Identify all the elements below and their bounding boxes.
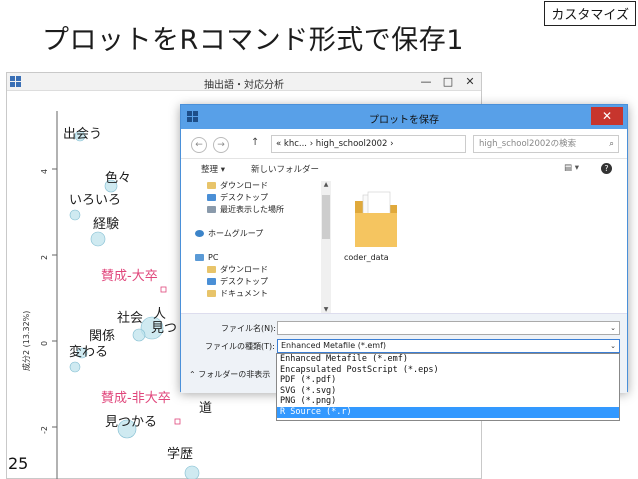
- y-tick-label: -2: [40, 426, 49, 434]
- scroll-up-icon[interactable]: ▲: [321, 181, 331, 188]
- chevron-up-icon: ⌃: [189, 370, 196, 379]
- word-label: 色々: [105, 171, 132, 186]
- dialog-navbar: ← → ↑ « khc... › high_school2002 › high_…: [181, 129, 627, 159]
- word-label: 社会: [117, 311, 144, 326]
- filetype-option[interactable]: PDF (*.pdf): [277, 375, 619, 386]
- nav-item-pc[interactable]: PC: [191, 251, 331, 263]
- folder-icon[interactable]: [353, 189, 399, 251]
- filetype-option[interactable]: Encapsulated PostScript (*.eps): [277, 365, 619, 376]
- nav-item-homegroup[interactable]: ホームグループ: [191, 227, 331, 239]
- folder-icon: [207, 289, 216, 297]
- folder-icon: [207, 265, 216, 273]
- word-label: 見つかる: [105, 415, 158, 430]
- word-label-category: 賛成-大卒: [101, 269, 158, 284]
- chevron-down-icon[interactable]: ⌄: [610, 340, 616, 352]
- new-folder-button[interactable]: 新しいフォルダー: [251, 163, 319, 175]
- page-number: 25: [8, 454, 29, 473]
- scroll-down-icon[interactable]: ▼: [321, 306, 331, 313]
- filetype-option-selected[interactable]: R Source (*.r): [277, 406, 619, 418]
- filetype-option[interactable]: Enhanced Metafile (*.emf): [277, 354, 619, 365]
- scrollbar-thumb[interactable]: [322, 195, 330, 239]
- word-label: 道: [199, 401, 213, 416]
- maximize-button[interactable]: □: [437, 73, 459, 91]
- dialog-close-button[interactable]: ✕: [591, 107, 623, 125]
- dialog-title: プロットを保存: [369, 115, 439, 126]
- word-label: 経験: [93, 217, 120, 232]
- search-placeholder: high_school2002の検索: [479, 139, 577, 149]
- back-arrow-icon[interactable]: ←: [191, 137, 207, 153]
- chevron-down-icon[interactable]: ⌄: [610, 322, 616, 334]
- forward-arrow-icon[interactable]: →: [213, 137, 229, 153]
- close-button[interactable]: ✕: [459, 73, 481, 91]
- save-plot-dialog: プロットを保存 ✕ ← → ↑ « khc... › high_school20…: [180, 104, 628, 393]
- word-label: いろいろ: [69, 193, 122, 208]
- y-tick-label: 2: [40, 254, 49, 260]
- homegroup-icon: [195, 229, 204, 237]
- slide-title: プロットをRコマンド形式で保存1: [42, 25, 464, 56]
- nav-item-downloads[interactable]: ダウンロード: [191, 179, 331, 191]
- pc-icon: [195, 253, 204, 261]
- analysis-window-title: 抽出語・対応分析: [204, 80, 284, 91]
- filetype-dropdown: Enhanced Metafile (*.emf) Encapsulated P…: [276, 353, 620, 421]
- dialog-toolbar: 整理 ▾ 新しいフォルダー ▤ ▾ ?: [181, 159, 627, 179]
- nav-item-documents[interactable]: ドキュメント: [191, 287, 331, 299]
- up-arrow-icon[interactable]: ↑: [251, 137, 259, 148]
- word-bubble: [132, 328, 146, 342]
- filetype-option[interactable]: SVG (*.svg): [277, 386, 619, 397]
- word-label-category: 賛成-非大卒: [101, 391, 171, 406]
- analysis-window-titlebar: 抽出語・対応分析 — □ ✕: [7, 73, 481, 91]
- tag-label: カスタマイズ: [544, 1, 636, 26]
- recent-icon: [207, 205, 216, 213]
- word-bubble: [90, 231, 106, 247]
- y-tick-label: 0: [40, 340, 49, 346]
- category-marker: [174, 418, 181, 425]
- search-input[interactable]: high_school2002の検索 ⌕: [473, 135, 619, 153]
- nav-scrollbar[interactable]: ▲ ▼: [321, 181, 331, 313]
- hide-folders-toggle[interactable]: ⌃ フォルダーの非表示: [189, 369, 270, 380]
- view-options-icon[interactable]: ▤ ▾: [564, 163, 579, 173]
- filename-label: ファイル名(N):: [221, 324, 276, 333]
- help-icon[interactable]: ?: [601, 163, 612, 174]
- word-bubble: [69, 361, 81, 373]
- nav-item-desktop[interactable]: デスクトップ: [191, 191, 331, 203]
- address-bar[interactable]: « khc... › high_school2002 ›: [271, 135, 466, 153]
- desktop-icon: [207, 193, 216, 201]
- filetype-select[interactable]: Enhanced Metafile (*.emf) ⌄: [277, 339, 620, 353]
- word-bubble: [69, 209, 81, 221]
- search-icon[interactable]: ⌕: [609, 136, 614, 152]
- folder-icon: [207, 181, 216, 189]
- word-label: 見つ: [151, 321, 178, 336]
- word-label: 学歴: [167, 447, 194, 462]
- word-label: 出会う: [63, 127, 103, 142]
- navigation-pane: ダウンロード デスクトップ 最近表示した場所 ホームグループ PC ダウンロード…: [191, 179, 331, 313]
- desktop-icon: [207, 277, 216, 285]
- word-bubble: [184, 465, 200, 479]
- word-label: 変わる: [69, 345, 109, 360]
- filetype-label: ファイルの種類(T):: [205, 342, 275, 351]
- y-axis-label: 成分2 (13.32%): [22, 310, 31, 371]
- y-tick-label: 4: [40, 168, 49, 174]
- filename-input[interactable]: ⌄: [277, 321, 620, 335]
- category-marker: [160, 286, 167, 293]
- filetype-option[interactable]: PNG (*.png): [277, 396, 619, 407]
- folder-name[interactable]: coder_data: [344, 253, 389, 262]
- dialog-titlebar: プロットを保存 ✕: [181, 105, 627, 129]
- nav-item-downloads[interactable]: ダウンロード: [191, 263, 331, 275]
- nav-item-recent[interactable]: 最近表示した場所: [191, 203, 331, 215]
- minimize-button[interactable]: —: [415, 73, 437, 91]
- organize-button[interactable]: 整理 ▾: [201, 163, 225, 175]
- nav-item-desktop[interactable]: デスクトップ: [191, 275, 331, 287]
